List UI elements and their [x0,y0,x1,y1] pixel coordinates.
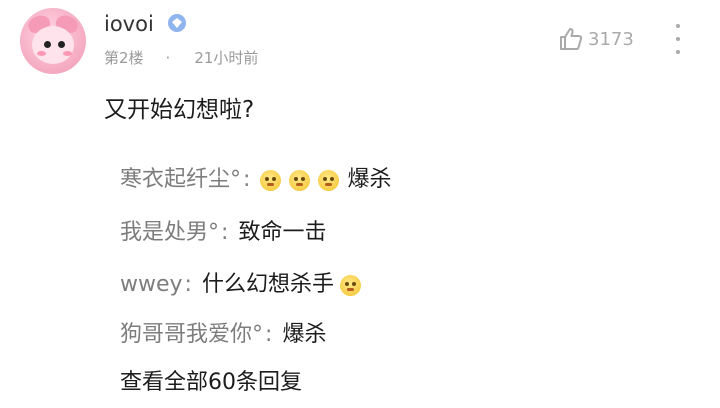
reply-item[interactable]: 狗哥哥我爱你° : 爆杀 [120,320,326,350]
reply-author[interactable]: 狗哥哥我爱你° [120,320,263,350]
thumbs-up-icon [560,28,583,50]
face-emoji-icon [318,169,340,191]
reply-separator: : [184,272,192,297]
more-dot [676,50,680,54]
avatar-face [32,26,74,64]
comment-content: 又开始幻想啦? [104,97,255,123]
like-button[interactable]: 3173 [558,26,634,52]
reply-separator: : [265,322,273,347]
face-emoji-icon [289,169,311,191]
reply-text: 爆杀 [347,167,392,192]
view-all-replies-link[interactable]: 查看全部60条回复 [120,368,302,398]
reply-text: 爆杀 [282,322,327,347]
avatar-blush-left [37,51,46,56]
more-vertical-icon[interactable] [674,24,682,54]
more-dot [676,24,680,28]
meta-separator: · [165,49,171,67]
verified-badge-icon [168,14,186,32]
face-emoji-icon [339,274,361,296]
reply-text: 致命一击 [238,220,327,245]
reply-author[interactable]: wwey [120,270,183,300]
avatar-eye-left [44,41,51,48]
like-count: 3173 [588,28,634,50]
comment-meta: 第2楼 · 21小时前 [104,48,258,68]
username[interactable]: iovoi [104,11,154,37]
avatar[interactable] [20,8,86,74]
reply-item[interactable]: wwey : 什么幻想杀手 [120,270,369,300]
floor-label: 第2楼 [104,49,144,67]
reply-item[interactable]: 寒衣起纤尘° : 爆杀 [120,165,391,195]
reply-separator: : [221,220,229,245]
diamond-icon [172,18,182,28]
more-dot [676,37,680,41]
reply-author[interactable]: 我是处男° [120,218,219,248]
timestamp: 21小时前 [194,49,259,67]
reply-text: 什么幻想杀手 [201,272,334,297]
reply-item[interactable]: 我是处男° : 致命一击 [120,218,326,248]
avatar-eye-right [58,41,65,48]
avatar-blush-right [63,51,72,56]
reply-separator: : [243,167,251,192]
reply-author[interactable]: 寒衣起纤尘° [120,165,241,195]
face-emoji-icon [260,169,282,191]
